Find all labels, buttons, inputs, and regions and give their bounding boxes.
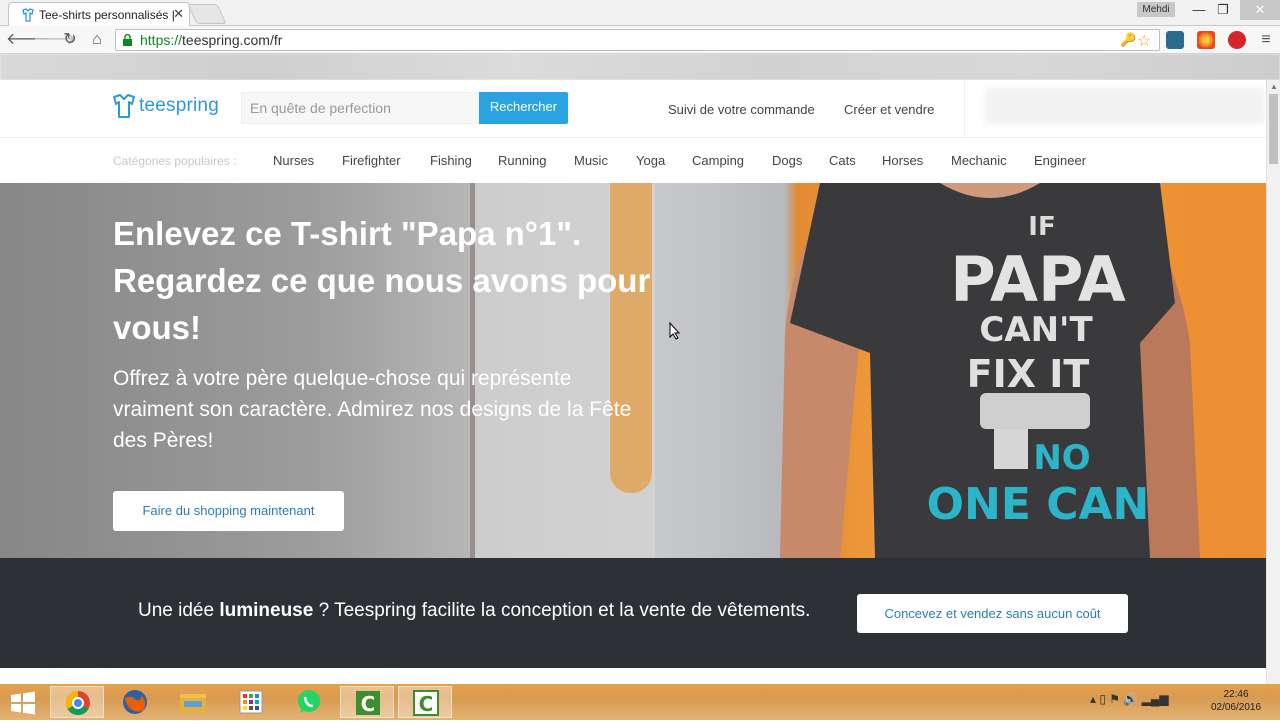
taskbar-apps-icon[interactable] xyxy=(224,686,278,718)
category-firefighter[interactable]: Firefighter xyxy=(342,153,401,168)
hero-title: Enlevez ce T-shirt "Papa n°1". Regardez … xyxy=(113,215,651,346)
scroll-thumb[interactable] xyxy=(1269,94,1278,164)
address-bar[interactable]: https://teespring.com/fr xyxy=(115,29,1160,51)
shirt-line-cant: CAN'T xyxy=(979,310,1093,350)
clock-time: 22:46 xyxy=(1223,689,1249,700)
category-camping[interactable]: Camping xyxy=(692,153,744,168)
categories-label: Catégories populaires : xyxy=(113,154,237,168)
taskbar-file-explorer-icon[interactable] xyxy=(166,686,220,718)
bookmark-star-icon[interactable]: ☆ xyxy=(1137,31,1151,51)
category-engineer[interactable]: Engineer xyxy=(1034,153,1086,168)
url-host: teespring.com/fr xyxy=(182,32,283,48)
tab-title: Tee-shirts personnalisés | xyxy=(39,8,175,22)
create-and-sell-link[interactable]: Créer et vendre xyxy=(844,102,934,117)
windows-taskbar: C C ▴ ▯ ⚑ 🔊 ▂▄▆ 22:46 02/06/2016 xyxy=(0,684,1280,720)
reload-icon[interactable]: ↻ xyxy=(60,30,80,50)
seller-promo-text: Une idée lumineuse ? Teespring facilite … xyxy=(138,600,811,621)
lock-icon xyxy=(123,34,132,46)
teespring-logo[interactable]: teespring xyxy=(112,92,219,120)
new-tab-button[interactable] xyxy=(187,4,227,24)
tab-close-icon[interactable]: ✕ xyxy=(173,6,184,22)
taskbar-clock[interactable]: 22:46 02/06/2016 xyxy=(1200,688,1272,714)
windows-start-icon[interactable] xyxy=(8,690,38,716)
minimize-icon[interactable]: — xyxy=(1186,0,1212,20)
category-bar: Catégories populaires : Nurses Firefight… xyxy=(0,138,1266,183)
key-icon[interactable]: 🔑 xyxy=(1120,32,1136,48)
category-running[interactable]: Running xyxy=(498,153,546,168)
browser-tab-strip: Tee-shirts personnalisés | ✕ Mehdi — ❐ ✕ xyxy=(0,0,1280,26)
scroll-up-icon[interactable]: ▲ xyxy=(1270,82,1278,91)
header-divider xyxy=(964,80,965,138)
seller-promo-band: Une idée lumineuse ? Teespring facilite … xyxy=(0,558,1266,668)
design-and-sell-button[interactable]: Concevez et vendez sans aucun coût xyxy=(857,594,1128,633)
site-header: teespring En quête de perfection Recherc… xyxy=(0,80,1266,138)
taskbar-camtasia-recorder-icon[interactable]: C xyxy=(398,686,452,718)
forward-icon[interactable]: 🡒 xyxy=(33,30,76,50)
bookmarks-bar xyxy=(0,54,1280,80)
profile-button[interactable]: Mehdi xyxy=(1137,2,1175,17)
teespring-logo-icon xyxy=(113,94,135,118)
shirt-line-fixit: FIX IT xyxy=(967,352,1090,396)
browser-toolbar: 🡐 🡒 ↻ ⌂ https://teespring.com/fr xyxy=(0,26,1280,54)
tshirt-model-image: IF PAPA CAN'T FIX IT NO ONE CAN xyxy=(780,183,1200,558)
teespring-favicon-icon xyxy=(22,8,34,22)
fire-extension-icon[interactable] xyxy=(1197,31,1215,49)
category-yoga[interactable]: Yoga xyxy=(636,153,665,168)
category-music[interactable]: Music xyxy=(574,153,608,168)
blurred-account-area xyxy=(985,88,1265,124)
home-icon[interactable]: ⌂ xyxy=(87,30,107,50)
category-horses[interactable]: Horses xyxy=(882,153,923,168)
system-tray[interactable]: ▴ ▯ ⚑ 🔊 ▂▄▆ xyxy=(1090,692,1169,706)
mouse-cursor-icon xyxy=(669,322,681,340)
track-order-link[interactable]: Suivi de votre commande xyxy=(668,102,815,117)
window-close-icon[interactable]: ✕ xyxy=(1240,0,1280,20)
category-dogs[interactable]: Dogs xyxy=(772,153,802,168)
maximize-icon[interactable]: ❐ xyxy=(1210,0,1236,20)
page-scrollbar[interactable]: ▲ xyxy=(1266,80,1280,684)
shirt-line-papa: PAPA xyxy=(950,243,1125,316)
logo-text: teespring xyxy=(139,95,219,116)
taskbar-whatsapp-icon[interactable] xyxy=(282,686,336,718)
taskbar-firefox-icon[interactable] xyxy=(108,686,162,718)
search-input[interactable]: En quête de perfection xyxy=(241,92,479,124)
url-scheme: https:// xyxy=(140,32,183,48)
hero-subtitle: Offrez à votre père quelque-chose qui re… xyxy=(113,367,632,452)
shirt-line-no: NO xyxy=(1033,438,1090,478)
browser-tab[interactable]: Tee-shirts personnalisés | ✕ xyxy=(8,2,190,26)
svg-text:C: C xyxy=(419,692,434,716)
extension-icon[interactable] xyxy=(1166,31,1184,49)
category-mechanic[interactable]: Mechanic xyxy=(951,153,1007,168)
menu-icon[interactable]: ≡ xyxy=(1256,30,1276,50)
category-nurses[interactable]: Nurses xyxy=(273,153,314,168)
hero-banner: IF PAPA CAN'T FIX IT NO ONE CAN Enlevez … xyxy=(0,183,1266,558)
shirt-line-if: IF xyxy=(1028,212,1055,242)
svg-text:C: C xyxy=(361,692,376,716)
clock-date: 02/06/2016 xyxy=(1210,702,1262,713)
web-page: teespring En quête de perfection Recherc… xyxy=(0,80,1266,684)
search-button[interactable]: Rechercher xyxy=(479,92,568,124)
opera-extension-icon[interactable] xyxy=(1228,31,1246,49)
category-cats[interactable]: Cats xyxy=(829,153,856,168)
category-fishing[interactable]: Fishing xyxy=(430,153,472,168)
shirt-line-one-can: ONE CAN xyxy=(927,479,1150,530)
taskbar-chrome-icon[interactable] xyxy=(50,686,104,718)
taskbar-camtasia-icon[interactable]: C xyxy=(340,686,394,718)
back-icon[interactable]: 🡐 xyxy=(6,30,49,50)
shop-now-button[interactable]: Faire du shopping maintenant xyxy=(113,491,344,531)
